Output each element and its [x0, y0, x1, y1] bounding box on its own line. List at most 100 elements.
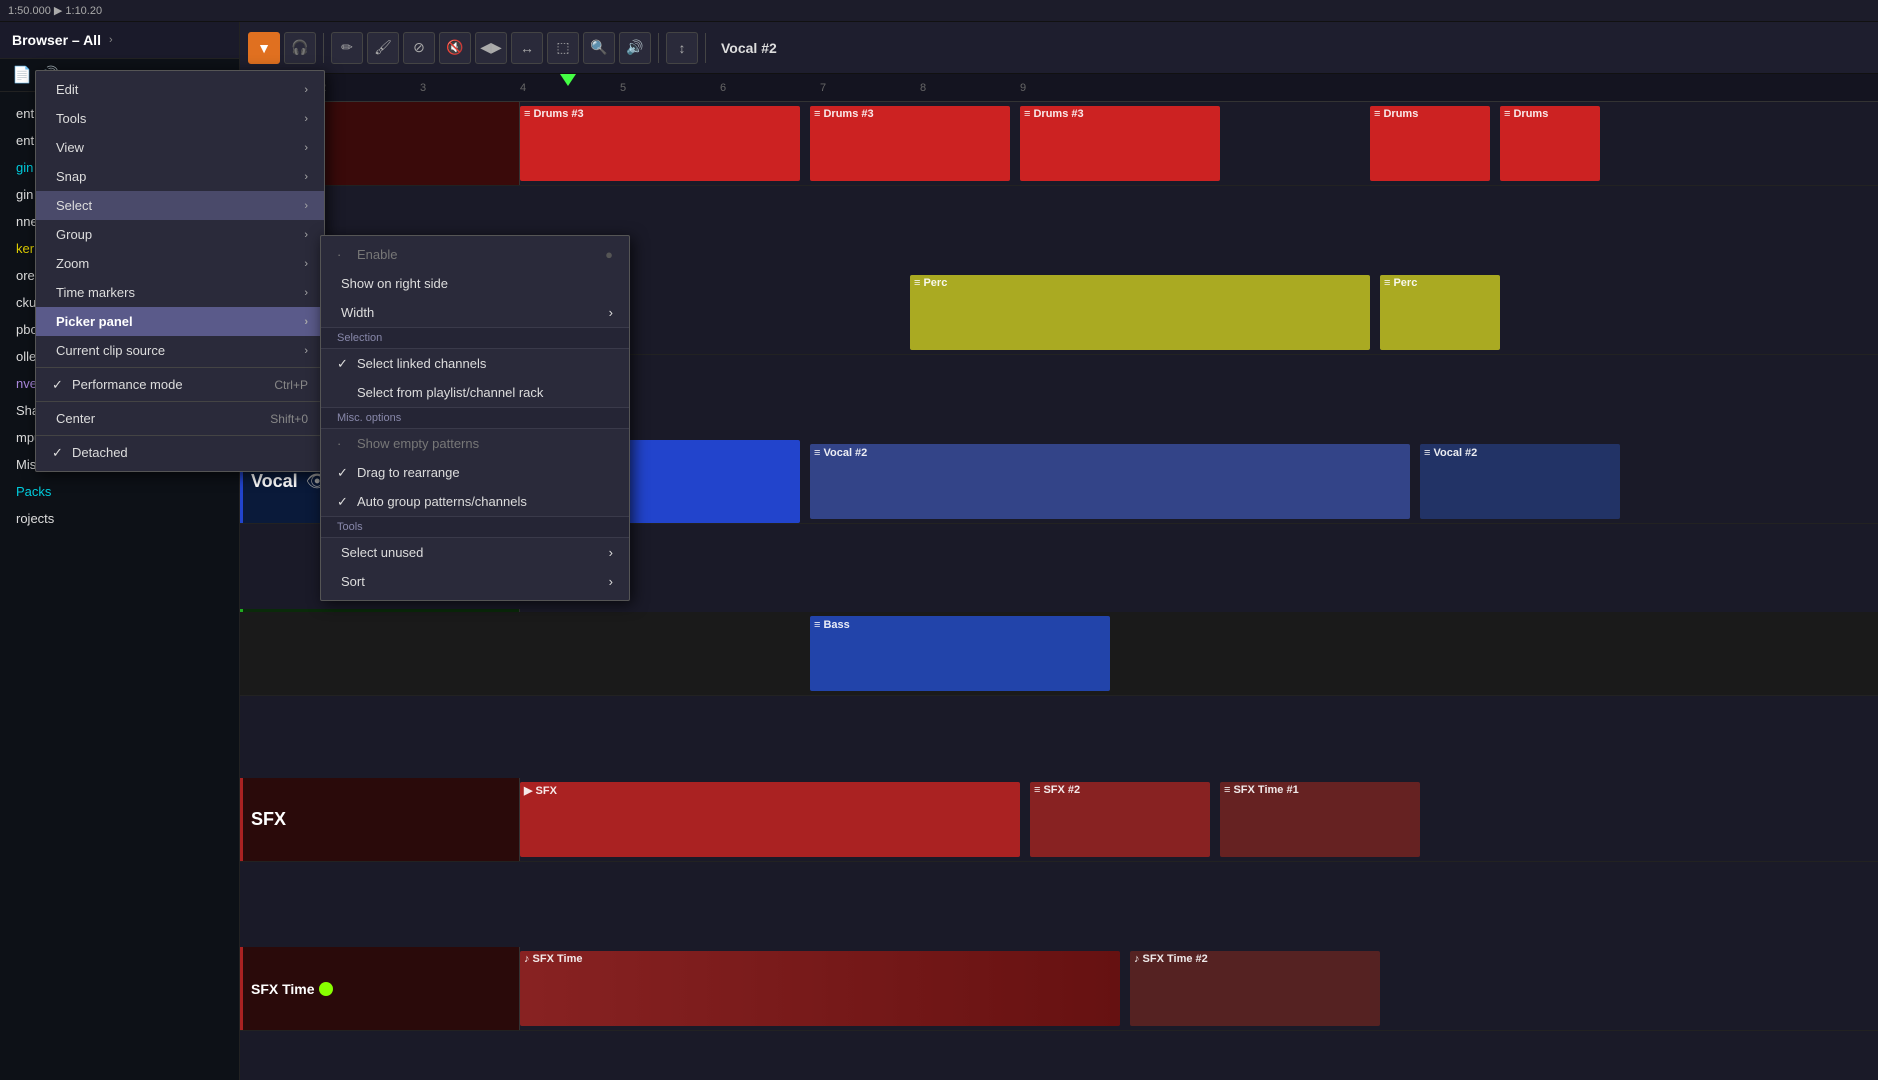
enable-toggle: ●	[605, 247, 613, 262]
menu-zoom[interactable]: Zoom ›	[36, 249, 324, 278]
ruler-mark-5: 5	[620, 82, 626, 94]
clip-perc-2[interactable]: ≡ Perc	[1380, 275, 1500, 350]
toolbar-track-title: Vocal #2	[721, 40, 777, 56]
clip-bass-1[interactable]: ≡ Bass	[810, 616, 1110, 691]
track-perc-clips: ≡ Perc ≡ Perc	[520, 271, 1878, 354]
menu-picker-panel-arrow: ›	[304, 316, 308, 328]
toolbar-btn-mute[interactable]: 🔇	[439, 32, 471, 64]
performance-check: ✓	[52, 377, 63, 393]
toolbar-btn-paint[interactable]: 🖌	[367, 32, 399, 64]
track-sfx-header: SFX	[240, 778, 520, 861]
menu-clip-source-arrow: ›	[304, 345, 308, 357]
top-bar: 1:50.000 ▶ 1:10.20	[0, 0, 1878, 22]
toolbar-btn-draw[interactable]: ✏	[331, 32, 363, 64]
ruler-mark-3: 3	[420, 82, 426, 94]
toolbar: ▼ 🎧 ✏ 🖌 ⊘ 🔇 ◀▶ ↔ ⬚ 🔍 🔊 ↕ Vocal #2	[240, 22, 1878, 74]
timeline-ruler: 2 3 4 5 6 7 8 9	[240, 74, 1878, 102]
detached-check: ✓	[52, 445, 63, 461]
track-bass: ≡ Bass	[240, 612, 1878, 696]
menu-snap-arrow: ›	[304, 171, 308, 183]
sub-section-misc: Misc. options	[321, 407, 629, 429]
context-menu-sub: · Enable ● Show on right side Width › Se…	[320, 235, 630, 601]
clip-vocal-2[interactable]: ≡ Vocal #2	[810, 444, 1410, 519]
clip-drums-5[interactable]: ≡ Drums	[1500, 106, 1600, 181]
file-icon[interactable]: 📄	[12, 65, 32, 85]
sub-menu-sort[interactable]: Sort ›	[321, 567, 629, 596]
track-drums: Drums ≡ Drums #3 ≡ Drums #3 ≡ Drums #3 ≡…	[240, 102, 1878, 186]
clip-sfx-time-1[interactable]: ♪ SFX Time	[520, 951, 1120, 1026]
track-sfx-time-label: SFX Time	[251, 981, 315, 997]
sort-arrow: ›	[609, 574, 613, 589]
sub-menu-select-linked[interactable]: ✓ Select linked channels	[321, 349, 629, 378]
context-menu-main: Edit › Tools › View › Snap › Select › Gr…	[35, 70, 325, 472]
sub-menu-auto-group[interactable]: ✓ Auto group patterns/channels	[321, 487, 629, 516]
clip-drums-2[interactable]: ≡ Drums #3	[810, 106, 1010, 181]
clip-drums-4[interactable]: ≡ Drums	[1370, 106, 1490, 181]
ruler-mark-7: 7	[820, 82, 826, 94]
clip-vocal-3[interactable]: ≡ Vocal #2	[1420, 444, 1620, 519]
toolbar-btn-slip[interactable]: ◀▶	[475, 32, 507, 64]
menu-sep-2	[36, 401, 324, 402]
menu-time-markers[interactable]: Time markers ›	[36, 278, 324, 307]
clip-sfx-1[interactable]: ▶ SFX	[520, 782, 1020, 857]
menu-select[interactable]: Select ›	[36, 191, 324, 220]
toolbar-btn-arrow[interactable]: ↕	[666, 32, 698, 64]
clip-sfx-3[interactable]: ≡ SFX Time #1	[1220, 782, 1420, 857]
playhead-marker	[560, 74, 576, 86]
clip-drums-3[interactable]: ≡ Drums #3	[1020, 106, 1220, 181]
menu-group-arrow: ›	[304, 229, 308, 241]
sub-menu-drag-rearrange[interactable]: ✓ Drag to rearrange	[321, 458, 629, 487]
menu-sep-3	[36, 435, 324, 436]
toolbar-btn-menu[interactable]: ▼	[248, 32, 280, 64]
track-sfx-time-header: SFX Time	[240, 947, 520, 1030]
select-unused-arrow: ›	[609, 545, 613, 560]
ruler-mark-4: 4	[520, 82, 526, 94]
sub-menu-show-right[interactable]: Show on right side	[321, 269, 629, 298]
browser-arrow: ›	[109, 34, 113, 46]
clip-perc-1[interactable]: ≡ Perc	[910, 275, 1370, 350]
menu-current-clip-source[interactable]: Current clip source ›	[36, 336, 324, 365]
toolbar-sep-2	[658, 33, 659, 63]
toolbar-btn-headphones[interactable]: 🎧	[284, 32, 316, 64]
ruler-mark-6: 6	[720, 82, 726, 94]
track-sfx-label: SFX	[251, 809, 286, 830]
sub-menu-enable[interactable]: · Enable ●	[321, 240, 629, 269]
toolbar-btn-volume[interactable]: 🔊	[619, 32, 651, 64]
track-sfx-clips: ▶ SFX ≡ SFX #2 ≡ SFX Time #1	[520, 778, 1878, 861]
menu-zoom-arrow: ›	[304, 258, 308, 270]
select-linked-check: ✓	[337, 356, 348, 372]
track-sfx-time: SFX Time ♪ SFX Time ♪ SFX Time #2	[240, 947, 1878, 1031]
track-vocal-clips: ≡ Vocal ≡ Vocal #2 ≡ Vocal #2	[520, 440, 1878, 523]
menu-sep-1	[36, 367, 324, 368]
toolbar-btn-select[interactable]: ⬚	[547, 32, 579, 64]
sub-menu-select-from[interactable]: Select from playlist/channel rack	[321, 378, 629, 407]
menu-edit-arrow: ›	[304, 84, 308, 96]
toolbar-btn-zoom[interactable]: 🔍	[583, 32, 615, 64]
menu-time-markers-arrow: ›	[304, 287, 308, 299]
menu-center[interactable]: Center Shift+0	[36, 404, 324, 433]
browser-title: Browser – All	[12, 32, 101, 48]
sidebar-header[interactable]: Browser – All ›	[0, 22, 239, 59]
clip-sfx-2[interactable]: ≡ SFX #2	[1030, 782, 1210, 857]
menu-detached[interactable]: ✓ Detached	[36, 438, 324, 467]
menu-view[interactable]: View ›	[36, 133, 324, 162]
toolbar-sep-1	[323, 33, 324, 63]
sub-menu-width[interactable]: Width ›	[321, 298, 629, 327]
menu-picker-panel[interactable]: Picker panel ›	[36, 307, 324, 336]
sub-section-tools: Tools	[321, 516, 629, 538]
sidebar-item-projects[interactable]: rojects	[0, 505, 239, 532]
toolbar-sep-3	[705, 33, 706, 63]
menu-tools[interactable]: Tools ›	[36, 104, 324, 133]
clip-sfx-time-2[interactable]: ♪ SFX Time #2	[1130, 951, 1380, 1026]
menu-group[interactable]: Group ›	[36, 220, 324, 249]
toolbar-btn-erase[interactable]: ⊘	[403, 32, 435, 64]
sub-menu-show-empty[interactable]: · Show empty patterns	[321, 429, 629, 458]
menu-performance-mode[interactable]: ✓ Performance mode Ctrl+P	[36, 370, 324, 399]
clip-drums-1[interactable]: ≡ Drums #3	[520, 106, 800, 181]
menu-edit[interactable]: Edit ›	[36, 75, 324, 104]
sidebar-item-packs[interactable]: Packs	[0, 478, 239, 505]
sub-menu-select-unused[interactable]: Select unused ›	[321, 538, 629, 567]
track-sfx: SFX ▶ SFX ≡ SFX #2 ≡ SFX Time #1	[240, 778, 1878, 862]
toolbar-btn-resize[interactable]: ↔	[511, 32, 543, 64]
menu-snap[interactable]: Snap ›	[36, 162, 324, 191]
